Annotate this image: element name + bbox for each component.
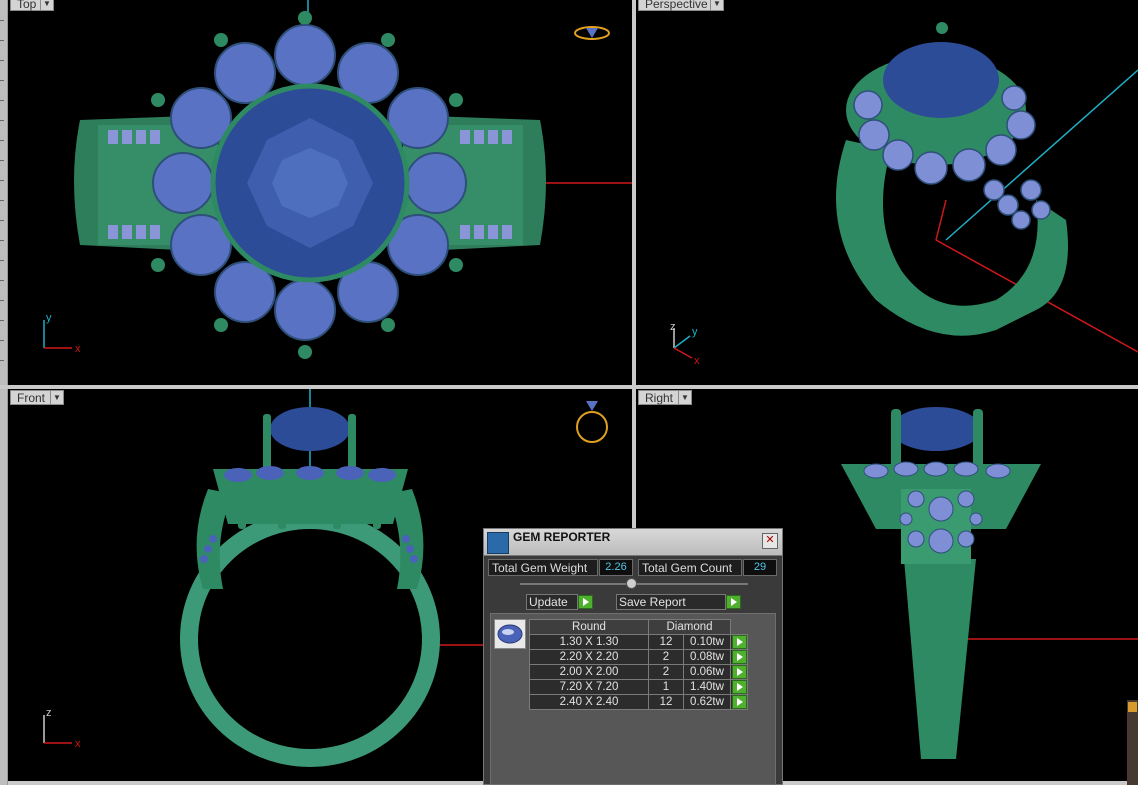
update-go-icon[interactable] bbox=[578, 595, 593, 609]
taskbar-thumbnail[interactable] bbox=[1127, 700, 1138, 785]
viewport-perspective[interactable]: Perspective ▼ z y x bbox=[636, 0, 1138, 385]
round-gem-icon bbox=[494, 619, 526, 649]
axis-label: y bbox=[692, 326, 698, 338]
gem-table: Round Diamond 1.30 X 1.30 12 0.10tw 2.20… bbox=[529, 619, 748, 710]
slider-knob[interactable] bbox=[626, 578, 637, 589]
gem-reporter-titlebar[interactable]: GEM REPORTER ✕ bbox=[484, 529, 782, 556]
gem-count: 12 bbox=[648, 634, 684, 650]
axis-triad-top: y x bbox=[43, 312, 81, 355]
gem-weight: 0.10tw bbox=[683, 634, 731, 650]
viewport-label-text: Perspective bbox=[645, 0, 708, 11]
gem-weight: 1.40tw bbox=[683, 679, 731, 695]
axis-label: z bbox=[46, 707, 52, 719]
chevron-down-icon[interactable]: ▼ bbox=[50, 391, 63, 404]
close-icon[interactable]: ✕ bbox=[762, 533, 778, 549]
left-ruler bbox=[0, 0, 8, 785]
gem-weight: 0.06tw bbox=[683, 664, 731, 680]
gem-reporter-title: GEM REPORTER bbox=[513, 530, 611, 544]
gem-size: 1.30 X 1.30 bbox=[529, 634, 649, 650]
viewport-label-top[interactable]: Top ▼ bbox=[10, 0, 54, 11]
axis-label: x bbox=[694, 355, 700, 367]
axis-label: z bbox=[670, 321, 676, 333]
gem-weight: 0.62tw bbox=[683, 694, 731, 710]
gem-count: 1 bbox=[648, 679, 684, 695]
update-button-label: Update bbox=[529, 595, 568, 609]
select-gem-icon[interactable] bbox=[731, 695, 747, 709]
gem-table-header-material: Diamond bbox=[648, 619, 731, 635]
axis-triad-perspective: z y x bbox=[670, 321, 700, 367]
gem-size: 7.20 X 7.20 bbox=[529, 679, 649, 695]
chevron-down-icon[interactable]: ▼ bbox=[678, 391, 691, 404]
gem-size: 2.40 X 2.40 bbox=[529, 694, 649, 710]
save-report-button[interactable]: Save Report bbox=[616, 594, 726, 610]
total-gem-weight-label: Total Gem Weight bbox=[488, 559, 598, 576]
total-gem-count-value: 29 bbox=[743, 559, 777, 576]
total-gem-count-label: Total Gem Count bbox=[638, 559, 742, 576]
viewport-label-text: Right bbox=[645, 390, 674, 405]
gem-list-area: Round Diamond 1.30 X 1.30 12 0.10tw 2.20… bbox=[490, 613, 776, 785]
chevron-down-icon[interactable]: ▼ bbox=[710, 0, 723, 10]
gem-size: 2.00 X 2.00 bbox=[529, 664, 649, 680]
save-report-button-label: Save Report bbox=[619, 595, 686, 609]
axis-label: y bbox=[46, 312, 52, 324]
gem-size: 2.20 X 2.20 bbox=[529, 649, 649, 665]
gem-table-header-shape: Round bbox=[529, 619, 649, 635]
viewport-label-text: Top bbox=[17, 0, 37, 11]
viewport-label-text: Front bbox=[17, 390, 46, 405]
gem-count: 2 bbox=[648, 664, 684, 680]
gem-count: 2 bbox=[648, 649, 684, 665]
total-gem-weight-value: 2.26 bbox=[599, 559, 633, 576]
table-row[interactable]: 2.40 X 2.40 12 0.62tw bbox=[529, 694, 748, 710]
update-button[interactable]: Update bbox=[526, 594, 578, 610]
select-gem-icon[interactable] bbox=[731, 665, 747, 679]
axis-label: x bbox=[75, 343, 81, 355]
select-gem-icon[interactable] bbox=[731, 680, 747, 694]
table-row[interactable]: 2.20 X 2.20 2 0.08tw bbox=[529, 649, 748, 665]
select-gem-icon[interactable] bbox=[731, 635, 747, 649]
axis-triad-front: z x bbox=[43, 707, 81, 750]
viewport-label-right[interactable]: Right ▼ bbox=[638, 390, 692, 405]
select-gem-icon[interactable] bbox=[731, 650, 747, 664]
viewport-label-front[interactable]: Front ▼ bbox=[10, 390, 64, 405]
save-report-go-icon[interactable] bbox=[726, 595, 741, 609]
gem-reporter-app-icon bbox=[487, 532, 509, 554]
table-row[interactable]: 7.20 X 7.20 1 1.40tw bbox=[529, 679, 748, 695]
table-row[interactable]: 1.30 X 1.30 12 0.10tw bbox=[529, 634, 748, 650]
chevron-down-icon[interactable]: ▼ bbox=[40, 0, 53, 10]
viewport-label-perspective[interactable]: Perspective ▼ bbox=[638, 0, 724, 11]
gem-weight: 0.08tw bbox=[683, 649, 731, 665]
viewport-top[interactable]: Top ▼ y x bbox=[8, 0, 632, 385]
axis-label: x bbox=[75, 738, 81, 750]
viewport-splitter-horizontal[interactable] bbox=[0, 385, 1138, 389]
gem-count: 12 bbox=[648, 694, 684, 710]
ring-top-view bbox=[74, 0, 632, 359]
table-row[interactable]: 2.00 X 2.00 2 0.06tw bbox=[529, 664, 748, 680]
gem-reporter-panel: GEM REPORTER ✕ Total Gem Weight 2.26 Tot… bbox=[483, 528, 783, 785]
